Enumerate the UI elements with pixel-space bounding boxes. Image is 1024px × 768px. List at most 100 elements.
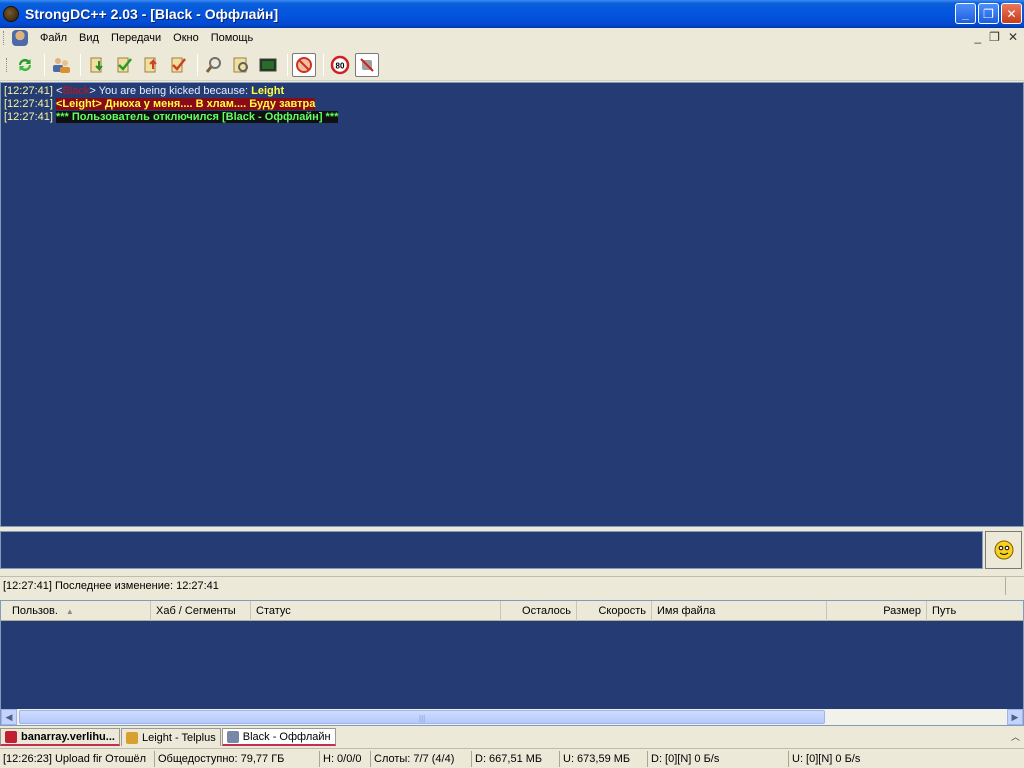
- emoticons-button[interactable]: [985, 531, 1022, 569]
- menu-bar: Файл Вид Передачи Окно Помощь _ ❐ ✕: [0, 28, 1024, 48]
- finished-downloads-icon: [117, 57, 132, 73]
- disconnect-icon: [360, 58, 374, 72]
- menu-file[interactable]: Файл: [34, 32, 73, 44]
- message-input-row: [0, 529, 1024, 571]
- adl-search-icon: [233, 57, 248, 73]
- status-bar: [12:26:23] Upload fir Отошёл Общедоступн…: [0, 748, 1024, 768]
- download-queue-button[interactable]: [85, 53, 109, 77]
- status-uploaded: U: 673,59 МБ: [560, 750, 648, 767]
- column-hub-segments[interactable]: Хаб / Сегменты: [151, 601, 251, 621]
- scroll-thumb[interactable]: |||: [19, 710, 825, 724]
- chat-area[interactable]: [12:27:41] <Black> You are being kicked …: [0, 82, 1024, 527]
- tab-hub-banarray[interactable]: banarray.verlihu...: [0, 728, 120, 746]
- column-size[interactable]: Размер: [827, 601, 927, 621]
- finished-uploads-icon: [171, 57, 186, 73]
- menu-transfers[interactable]: Передачи: [105, 32, 167, 44]
- upload-queue-button[interactable]: [139, 53, 163, 77]
- toolbar-separator: [287, 54, 288, 76]
- column-user[interactable]: Пользов. ▲: [1, 601, 151, 621]
- window-controls: _ ❐ ✕: [955, 3, 1022, 24]
- chat-timestamp: [12:27:41]: [4, 85, 53, 97]
- away-icon: [296, 57, 312, 73]
- chat-line: [12:27:41] *** Пользователь отключился […: [4, 111, 1020, 124]
- close-button[interactable]: ✕: [1001, 3, 1022, 24]
- toolbar-grip: [6, 58, 9, 72]
- tab-private-black[interactable]: Black - Оффлайн: [221, 728, 336, 746]
- chat-nick[interactable]: Black: [62, 85, 89, 97]
- kick-reason: Leight: [251, 85, 285, 97]
- download-queue-icon: [90, 57, 103, 73]
- limiter-icon: 80: [330, 55, 350, 75]
- window-tab-bar: banarray.verlihu... Leight - Telplus Bla…: [0, 727, 1024, 746]
- scroll-grip: |||: [419, 714, 426, 723]
- status-slots: Слоты: 7/7 (4/4): [371, 750, 472, 767]
- column-status[interactable]: Статус: [251, 601, 501, 621]
- mdi-restore-button[interactable]: ❐: [989, 30, 1000, 44]
- user-icon: [125, 731, 138, 744]
- tab-private-leight[interactable]: Leight - Telplus: [120, 728, 221, 746]
- hub-icon: [5, 730, 17, 743]
- upload-queue-icon: [144, 57, 157, 73]
- column-remaining[interactable]: Осталось: [501, 601, 577, 621]
- away-button[interactable]: [292, 53, 316, 77]
- notepad-button[interactable]: [256, 53, 280, 77]
- menu-view[interactable]: Вид: [73, 32, 105, 44]
- menu-grip: [3, 31, 6, 45]
- disconnect-button[interactable]: [355, 53, 379, 77]
- chat-message: <Leight> Днюха у меня.... В хлам.... Буд…: [56, 98, 316, 110]
- users-button[interactable]: [49, 53, 73, 77]
- sort-ascending-icon: ▲: [65, 607, 74, 616]
- search-icon: [205, 57, 221, 73]
- status-hubs: H: 0/0/0: [320, 750, 371, 767]
- notepad-icon: [259, 58, 277, 72]
- status-log: [12:26:23] Upload fir Отошёл: [0, 750, 155, 767]
- status-downloaded: D: 667,51 МБ: [472, 750, 560, 767]
- toolbar: 80: [0, 50, 1024, 81]
- scroll-left-button[interactable]: ◀: [1, 709, 17, 725]
- adl-search-button[interactable]: [229, 53, 253, 77]
- maximize-button[interactable]: ❐: [978, 3, 999, 24]
- transfers-list[interactable]: Пользов. ▲ Хаб / Сегменты Статус Осталось…: [0, 600, 1024, 726]
- reconnect-icon: [18, 58, 32, 72]
- mdi-child-icon[interactable]: [12, 30, 28, 46]
- menu-window[interactable]: Окно: [167, 32, 205, 44]
- app-icon[interactable]: [3, 6, 19, 22]
- transfers-header: Пользов. ▲ Хаб / Сегменты Статус Осталось…: [1, 601, 1023, 621]
- chat-message: *** Пользователь отключился [Black - Офф…: [56, 111, 339, 123]
- title-bar: StrongDC++ 2.03 - [Black - Оффлайн] _ ❐ …: [0, 0, 1024, 28]
- user-icon: [226, 730, 239, 743]
- mdi-minimize-button[interactable]: _: [974, 30, 981, 44]
- tab-label: banarray.verlihu...: [21, 730, 115, 743]
- column-path[interactable]: Путь: [927, 601, 1023, 621]
- limiter-button[interactable]: 80: [328, 53, 352, 77]
- status-upload-speed: U: [0][N] 0 Б/s: [792, 752, 861, 765]
- mdi-controls: _ ❐ ✕: [974, 30, 1018, 44]
- smiley-icon: [994, 540, 1013, 560]
- tab-label: Leight - Telplus: [141, 731, 216, 744]
- chat-message: You are being kicked because:: [98, 85, 249, 97]
- nick-bracket: >: [89, 85, 96, 97]
- minimize-button[interactable]: _: [955, 3, 976, 24]
- toolbar-separator: [44, 54, 45, 76]
- finished-uploads-button[interactable]: [166, 53, 190, 77]
- limiter-label: 80: [336, 62, 345, 71]
- column-filename[interactable]: Имя файла: [652, 601, 827, 621]
- status-shared: Общедоступно: 79,77 ГБ: [155, 750, 320, 767]
- tab-list-chevron-icon[interactable]: ︿: [1011, 730, 1020, 743]
- tab-label: Black - Оффлайн: [242, 730, 331, 743]
- chat-line: [12:27:41] <Leight> Днюха у меня.... В х…: [4, 98, 1020, 111]
- column-speed[interactable]: Скорость: [577, 601, 652, 621]
- message-input[interactable]: [0, 531, 983, 569]
- menu-help[interactable]: Помощь: [205, 32, 260, 44]
- reconnect-button[interactable]: [13, 53, 37, 77]
- toolbar-separator: [323, 54, 324, 76]
- chat-status-bar: [12:27:41] Последнее изменение: 12:27:41: [0, 576, 1024, 595]
- horizontal-scrollbar[interactable]: ◀ ||| ▶: [1, 709, 1023, 725]
- mdi-close-button[interactable]: ✕: [1008, 30, 1018, 44]
- scroll-right-button[interactable]: ▶: [1007, 709, 1023, 725]
- search-button[interactable]: [202, 53, 226, 77]
- users-icon: [53, 58, 70, 73]
- status-divider: [1005, 577, 1006, 595]
- chat-timestamp: [12:27:41]: [4, 98, 53, 110]
- finished-downloads-button[interactable]: [112, 53, 136, 77]
